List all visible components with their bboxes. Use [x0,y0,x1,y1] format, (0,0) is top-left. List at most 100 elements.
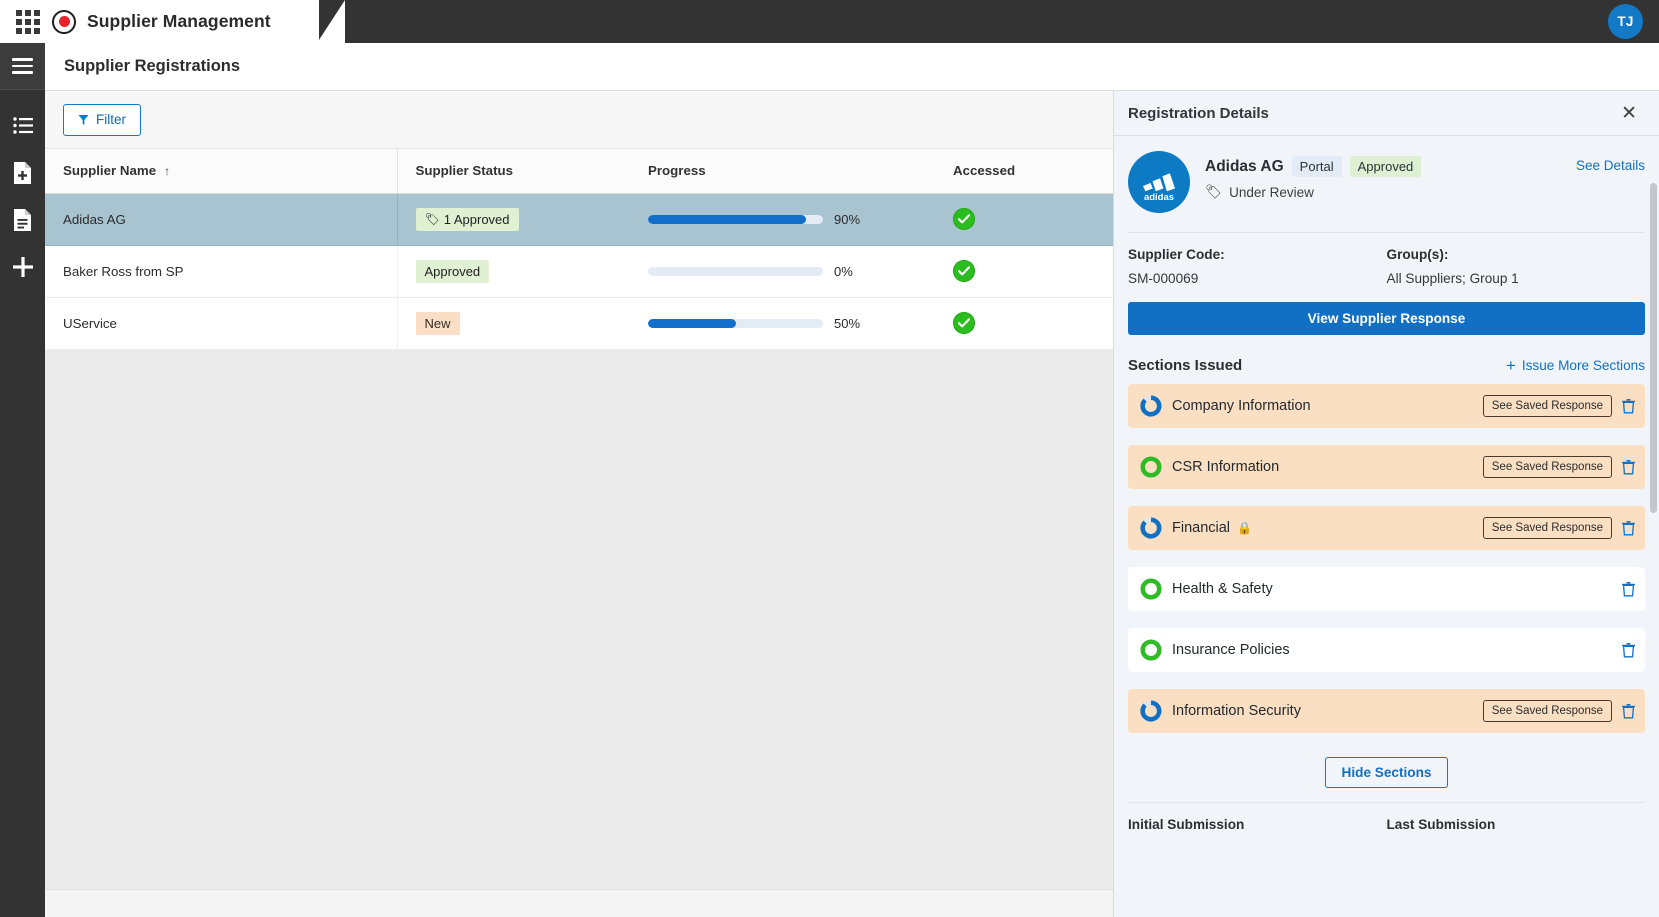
section-row-csr-information[interactable]: CSR Information See Saved Response [1128,445,1645,489]
plus-icon [12,256,33,277]
top-bar: Supplier Management TJ [0,0,1659,43]
partial-progress-ring-icon [1140,700,1162,722]
filter-button[interactable]: Filter [63,103,141,136]
registration-details-panel: Registration Details ✕ adidas Adidas AG … [1113,91,1659,917]
sidebar-item-new-document[interactable] [0,149,45,196]
document-add-icon [14,161,31,184]
cell-supplier-name: UService [45,297,398,349]
see-saved-response-button[interactable]: See Saved Response [1482,517,1612,539]
see-details-link[interactable]: See Details [1576,151,1645,213]
sidebar-item-add-new[interactable] [0,243,45,290]
filter-label: Filter [96,112,126,127]
supplier-code-label: Supplier Code: [1128,247,1225,262]
column-accessed[interactable]: Accessed [935,149,1113,194]
check-circle-icon [953,260,975,282]
panel-scrollbar[interactable] [1650,183,1657,917]
see-saved-response-button[interactable]: See Saved Response [1482,395,1612,417]
tag-icon: 🏷 [1205,184,1223,199]
trash-icon[interactable] [1622,459,1635,475]
check-circle-icon [953,208,975,230]
svg-text:adidas: adidas [1144,192,1174,202]
adidas-logo: adidas [1128,151,1190,213]
supplier-code-field: Supplier Code: SM-000069 [1128,247,1387,286]
trash-icon[interactable] [1622,520,1635,536]
groups-value: All Suppliers; Group 1 [1386,271,1519,286]
registrations-table: Supplier Name ↑ Supplier Status Progress … [45,149,1113,350]
lock-icon: 🔒 [1237,521,1252,535]
progress-bar [648,266,823,276]
table-head: Supplier Name ↑ Supplier Status Progress … [45,149,1113,194]
tag-icon: 🏷 [424,212,440,226]
hide-sections-button[interactable]: Hide Sections [1324,757,1449,788]
table-row[interactable]: Adidas AG 🏷 1 Approved 90% [45,193,1113,245]
partial-progress-ring-icon [1140,517,1162,539]
table-toolbar: Filter [45,91,1113,149]
partial-progress-ring-icon [1140,395,1162,417]
initial-submission-field: Initial Submission [1128,817,1387,832]
section-label: Financial 🔒 [1172,520,1473,536]
sidebar-item-registrations-list[interactable] [0,102,45,149]
submission-info: Initial Submission Last Submission [1128,802,1645,832]
section-row-company-information[interactable]: Company Information See Saved Response [1128,384,1645,428]
view-supplier-response-button[interactable]: View Supplier Response [1128,302,1645,335]
section-label: Health & Safety [1172,581,1273,597]
table-header-row: Supplier Name ↑ Supplier Status Progress … [45,149,1113,194]
progress-fill [648,214,806,224]
section-label: Insurance Policies [1172,642,1290,658]
complete-progress-ring-icon [1140,578,1162,600]
cell-accessed [935,297,1113,349]
section-row-health-safety[interactable]: Health & Safety [1128,567,1645,611]
sort-asc-icon: ↑ [164,164,171,179]
table-row[interactable]: Baker Ross from SP Approved 0% [45,245,1113,297]
column-supplier-name[interactable]: Supplier Name ↑ [45,149,398,194]
sidebar-item-documents[interactable] [0,196,45,243]
trash-icon[interactable] [1622,581,1635,597]
supplier-name: Adidas AG [1205,157,1284,175]
cell-accessed [935,193,1113,245]
brand-target-icon [52,9,76,34]
menu-toggle[interactable] [0,43,45,90]
grid-apps-icon[interactable] [14,8,42,36]
trash-icon[interactable] [1622,642,1635,658]
cell-progress: 90% [630,193,935,245]
column-label: Supplier Name [63,163,157,179]
panel-title: Registration Details [1128,104,1269,122]
cell-supplier-status: 🏷 1 Approved [397,193,630,245]
section-row-financial[interactable]: Financial 🔒 See Saved Response [1128,506,1645,550]
page-header: Supplier Registrations [45,43,1659,91]
progress-fill [648,318,736,328]
column-supplier-status[interactable]: Supplier Status [397,149,630,194]
complete-progress-ring-icon [1140,456,1162,478]
sections-header: Sections Issued + Issue More Sections [1128,335,1645,384]
app-title: Supplier Management [87,11,271,31]
groups-field: Group(s): All Suppliers; Group 1 [1387,247,1646,286]
status-badge: 🏷 1 Approved [415,207,519,231]
status-badge: New [415,311,460,335]
see-saved-response-button[interactable]: See Saved Response [1482,456,1612,478]
section-row-information-security[interactable]: Information Security See Saved Response [1128,689,1645,733]
close-icon[interactable]: ✕ [1617,102,1641,125]
issue-more-sections-link[interactable]: + Issue More Sections [1506,357,1645,374]
section-row-insurance-policies[interactable]: Insurance Policies [1128,628,1645,672]
initial-submission-label: Initial Submission [1128,817,1245,832]
supplier-meta: Supplier Code: SM-000069 Group(s): All S… [1128,233,1645,302]
supplier-summary: adidas Adidas AG Portal Approved 🏷 Under… [1128,136,1645,223]
see-saved-response-button[interactable]: See Saved Response [1482,700,1612,722]
progress-bar [648,214,823,224]
app-tab[interactable]: Supplier Management [0,0,345,43]
trash-icon[interactable] [1622,398,1635,414]
cell-supplier-status: Approved [397,245,630,297]
progress-label: 50% [834,315,861,331]
table-row[interactable]: UService New 50% [45,297,1113,349]
trash-icon[interactable] [1622,703,1635,719]
list-icon [12,117,33,134]
status-label: 1 Approved [443,211,510,227]
avatar[interactable]: TJ [1608,4,1643,39]
section-label: Company Information [1172,398,1311,414]
column-progress[interactable]: Progress [630,149,935,194]
plus-icon: + [1505,356,1516,375]
content-footer [45,889,1113,917]
sections-issued-title: Sections Issued [1128,357,1243,374]
main-content: Filter Supplier Name ↑ Supplier Status Pr… [45,91,1113,917]
progress-label: 90% [834,211,861,227]
